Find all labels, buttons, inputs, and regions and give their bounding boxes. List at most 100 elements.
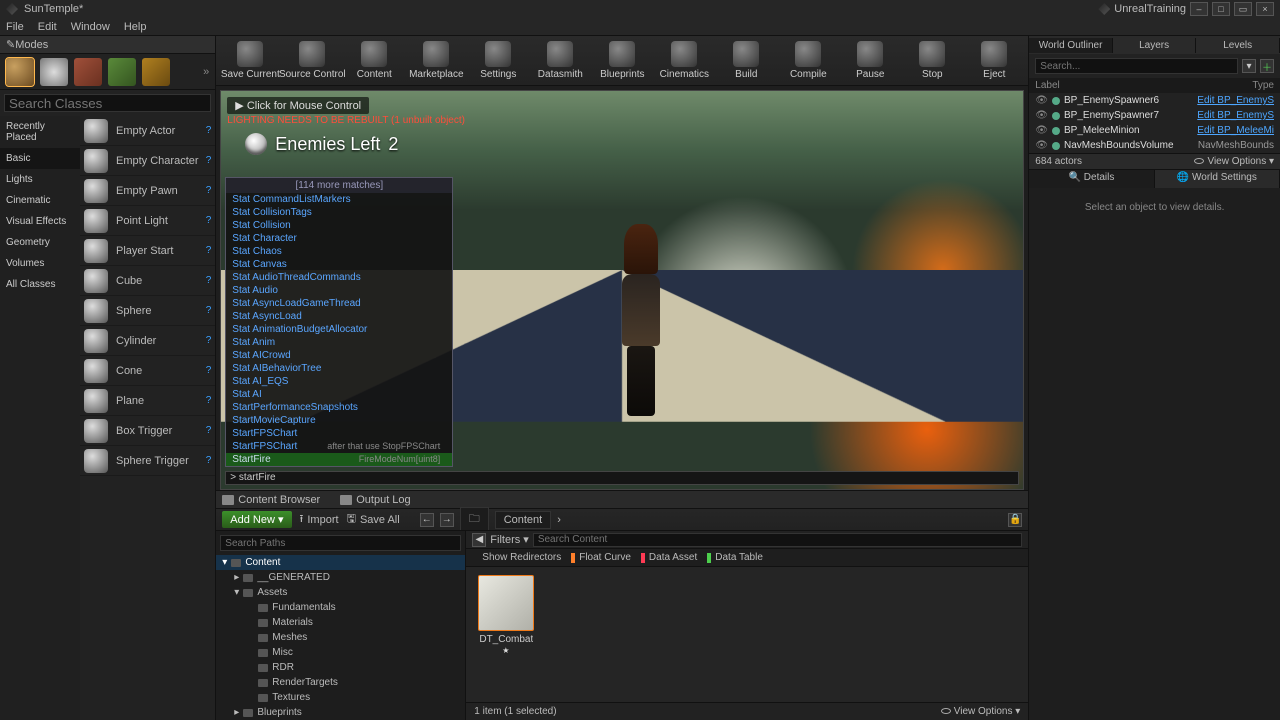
close-button[interactable]: × xyxy=(1256,2,1274,16)
click-for-mouse-hint[interactable]: ▶ Click for Mouse Control xyxy=(227,97,369,114)
import-button[interactable]: ⭱ Import xyxy=(300,510,339,529)
actor-type-link[interactable]: Edit BP_MeleeMi xyxy=(1194,125,1274,136)
place-item[interactable]: Point Light? xyxy=(80,206,215,236)
tab-layers[interactable]: Layers xyxy=(1113,38,1197,53)
menu-edit[interactable]: Edit xyxy=(38,21,57,33)
tab-world-settings[interactable]: 🌐 World Settings xyxy=(1155,170,1280,188)
console-item[interactable]: Stat CommandListMarkers xyxy=(226,193,452,206)
tree-node[interactable]: ▾Assets xyxy=(216,585,465,600)
tab-content-browser[interactable]: Content Browser xyxy=(222,494,320,506)
filter-chip[interactable]: Data Table xyxy=(707,552,763,563)
console-item[interactable]: Stat AICrowd xyxy=(226,349,452,362)
cb-view-options[interactable]: View Options ▾ xyxy=(941,706,1021,717)
place-category[interactable]: All Classes xyxy=(0,274,80,295)
menu-help[interactable]: Help xyxy=(124,21,147,33)
place-category[interactable]: Geometry xyxy=(0,232,80,253)
place-item[interactable]: Empty Pawn? xyxy=(80,176,215,206)
toolbar-blueprints-button[interactable]: Blueprints xyxy=(594,39,650,82)
place-category[interactable]: Volumes xyxy=(0,253,80,274)
filter-chip[interactable]: Float Curve xyxy=(571,552,631,563)
place-item[interactable]: Player Start? xyxy=(80,236,215,266)
help-icon[interactable]: ? xyxy=(206,125,212,136)
toolbar-datasmith-button[interactable]: Datasmith xyxy=(532,39,588,82)
outliner-filter-button[interactable]: ▾ xyxy=(1242,59,1256,73)
menu-window[interactable]: Window xyxy=(71,21,110,33)
help-icon[interactable]: ? xyxy=(206,395,212,406)
console-item[interactable]: Stat Chaos xyxy=(226,245,452,258)
search-content-input[interactable] xyxy=(533,533,1022,547)
tree-node[interactable]: Textures xyxy=(216,690,465,705)
toolbar-stop-button[interactable]: Stop xyxy=(904,39,960,82)
tab-details[interactable]: 🔍 Details xyxy=(1029,170,1154,188)
menu-file[interactable]: File xyxy=(6,21,24,33)
console-item[interactable]: StartFPSChart xyxy=(232,440,297,453)
help-icon[interactable]: ? xyxy=(206,215,212,226)
place-item[interactable]: Cube? xyxy=(80,266,215,296)
console-item-selected[interactable]: StartFire xyxy=(232,453,270,466)
minimize-button[interactable]: – xyxy=(1190,2,1208,16)
mode-landscape-icon[interactable] xyxy=(74,58,102,86)
place-category[interactable]: Cinematic xyxy=(0,190,80,211)
place-item[interactable]: Empty Actor? xyxy=(80,116,215,146)
maximize-button[interactable]: □ xyxy=(1212,2,1230,16)
console-item[interactable]: Stat AnimationBudgetAllocator xyxy=(226,323,452,336)
help-icon[interactable]: ? xyxy=(206,245,212,256)
modes-overflow-icon[interactable]: » xyxy=(203,66,209,78)
place-item[interactable]: Box Trigger? xyxy=(80,416,215,446)
console-item[interactable]: Stat AI_EQS xyxy=(226,375,452,388)
place-item[interactable]: Cylinder? xyxy=(80,326,215,356)
console-item[interactable]: Stat Anim xyxy=(226,336,452,349)
toolbar-content-button[interactable]: Content xyxy=(346,39,402,82)
mode-foliage-icon[interactable] xyxy=(108,58,136,86)
outliner-add-button[interactable]: ＋ xyxy=(1260,59,1274,73)
visibility-eye-icon[interactable]: 👁 xyxy=(1035,125,1048,136)
visibility-eye-icon[interactable]: 👁 xyxy=(1035,140,1048,151)
toolbar-market-button[interactable]: Marketplace xyxy=(408,39,464,82)
hide-sources-button[interactable]: ◀ xyxy=(472,533,486,547)
tree-node[interactable]: Materials xyxy=(216,615,465,630)
tree-node[interactable]: ▸Blueprints xyxy=(216,705,465,720)
tree-node[interactable]: ▾Content xyxy=(216,555,465,570)
console-item[interactable]: Stat CollisionTags xyxy=(226,206,452,219)
toolbar-cinematics-button[interactable]: Cinematics xyxy=(656,39,712,82)
restore-button[interactable]: ▭ xyxy=(1234,2,1252,16)
tree-node[interactable]: Misc xyxy=(216,645,465,660)
place-item[interactable]: Plane? xyxy=(80,386,215,416)
tab-output-log[interactable]: Output Log xyxy=(340,494,410,506)
asset-tile[interactable]: DT_Combat★ xyxy=(474,575,538,694)
place-item[interactable]: Cone? xyxy=(80,356,215,386)
outliner-row[interactable]: 👁BP_EnemySpawner7Edit BP_EnemyS xyxy=(1029,108,1280,123)
nav-fwd-button[interactable]: → xyxy=(440,513,454,527)
visibility-eye-icon[interactable]: 👁 xyxy=(1035,110,1048,121)
console-item[interactable]: Stat Character xyxy=(226,232,452,245)
breadcrumb-folder-icon[interactable]: 🗀 xyxy=(460,507,489,532)
disclosure-icon[interactable]: ▾ xyxy=(222,557,227,568)
console-item[interactable]: Stat Canvas xyxy=(226,258,452,271)
console-item[interactable]: StartPerformanceSnapshots xyxy=(226,401,452,414)
help-icon[interactable]: ? xyxy=(206,155,212,166)
disclosure-icon[interactable]: ▾ xyxy=(234,587,239,598)
place-category[interactable]: Visual Effects xyxy=(0,211,80,232)
tree-node[interactable]: RDR xyxy=(216,660,465,675)
search-paths-input[interactable] xyxy=(220,535,461,551)
col-label[interactable]: Label xyxy=(1035,80,1194,91)
outliner-view-options[interactable]: View Options ▾ xyxy=(1194,156,1274,167)
outliner-row[interactable]: 👁BP_EnemySpawner6Edit BP_EnemyS xyxy=(1029,93,1280,108)
place-item[interactable]: Empty Character? xyxy=(80,146,215,176)
place-item[interactable]: Sphere Trigger? xyxy=(80,446,215,476)
place-item[interactable]: Sphere? xyxy=(80,296,215,326)
add-new-button[interactable]: Add New ▾ xyxy=(222,511,291,528)
tree-node[interactable]: Meshes xyxy=(216,630,465,645)
disclosure-icon[interactable]: ▸ xyxy=(234,572,239,583)
console-item[interactable]: Stat AI xyxy=(226,388,452,401)
mode-paint-icon[interactable] xyxy=(40,58,68,86)
toolbar-compile-button[interactable]: Compile xyxy=(780,39,836,82)
nav-back-button[interactable]: ← xyxy=(420,513,434,527)
console-item[interactable]: Stat Collision xyxy=(226,219,452,232)
cb-lock-button[interactable]: 🔒 xyxy=(1008,513,1022,527)
tree-node[interactable]: Fundamentals xyxy=(216,600,465,615)
help-icon[interactable]: ? xyxy=(206,335,212,346)
console-input[interactable]: > startFire xyxy=(225,471,1019,485)
visibility-eye-icon[interactable]: 👁 xyxy=(1035,95,1048,106)
toolbar-eject-button[interactable]: Eject xyxy=(966,39,1022,82)
